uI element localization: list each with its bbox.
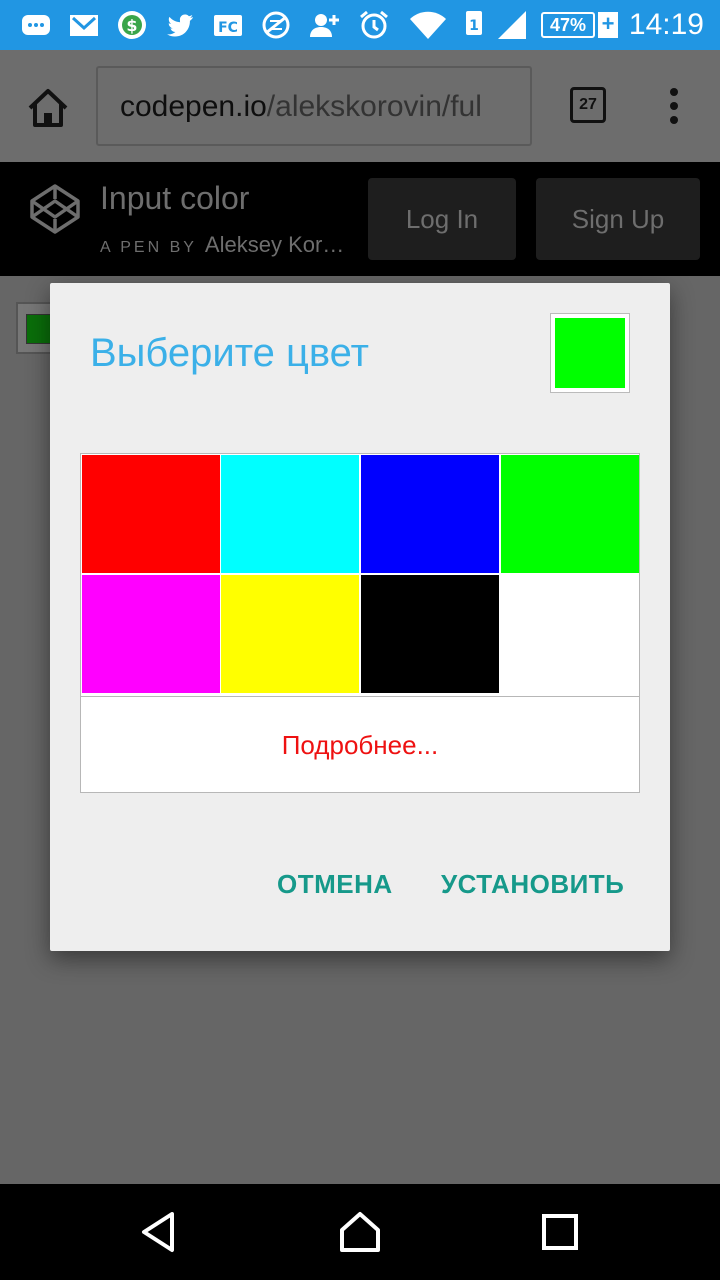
recents-icon[interactable] (536, 1208, 584, 1256)
battery-icon: 47% (541, 12, 595, 38)
url-bar[interactable]: codepen.io/alekskorovin/ful (96, 66, 532, 146)
signup-button[interactable]: Sign Up (536, 178, 700, 260)
tabs-button[interactable]: 27 (570, 87, 606, 123)
alarm-icon (360, 10, 388, 39)
charging-icon: + (598, 12, 618, 38)
swatch-yellow[interactable] (221, 575, 359, 693)
selected-color-preview (550, 313, 630, 393)
messages-icon (22, 15, 50, 35)
feedly-icon: FC (214, 15, 242, 36)
codepen-header: Input color A PEN BY Aleksey Kor… Log In … (0, 162, 720, 276)
add-contact-icon (310, 14, 339, 37)
svg-text:$: $ (126, 16, 137, 35)
twitter-icon (167, 14, 193, 37)
login-button[interactable]: Log In (368, 178, 516, 260)
pen-by-label: A PEN BY (100, 239, 197, 256)
url-host: codepen.io (120, 90, 267, 123)
signal-icon (498, 11, 526, 39)
swatch-magenta[interactable] (82, 575, 220, 693)
money-icon: $ (118, 11, 146, 39)
clock: 14:19 (628, 8, 704, 41)
svg-text:FC: FC (218, 20, 238, 36)
wifi-icon (410, 11, 446, 39)
selected-color-swatch (555, 318, 625, 388)
swatch-red[interactable] (82, 455, 220, 573)
codepen-logo-icon[interactable] (28, 182, 82, 236)
swatch-white[interactable] (501, 575, 639, 693)
color-palette: Подробнее... (80, 453, 640, 793)
svg-text:1: 1 (469, 18, 479, 34)
pen-author-line: A PEN BY Aleksey Kor… (100, 232, 344, 258)
home-icon[interactable] (26, 86, 70, 130)
sim1-icon: 1 (466, 11, 482, 35)
set-button[interactable]: УСТАНОВИТЬ (441, 869, 624, 900)
more-colors-link[interactable]: Подробнее... (81, 696, 639, 793)
cancel-button[interactable]: ОТМЕНА (277, 869, 393, 900)
gmail-icon (70, 15, 98, 36)
swatch-green[interactable] (501, 455, 639, 573)
navigation-bar (0, 1184, 720, 1280)
battery-level: 47% (549, 15, 587, 35)
home-nav-icon[interactable] (336, 1208, 384, 1256)
back-icon[interactable] (136, 1208, 184, 1256)
overflow-menu-icon[interactable] (666, 88, 682, 128)
url-path: /alekskorovin/ful (266, 90, 482, 123)
pen-title: Input color (100, 180, 250, 216)
swatch-cyan[interactable] (221, 455, 359, 573)
vpn-icon (262, 11, 290, 39)
swatch-black[interactable] (361, 575, 499, 693)
swatch-blue[interactable] (361, 455, 499, 573)
color-picker-dialog: Выберите цвет Подробнее... ОТМЕНА УСТАНО… (50, 283, 670, 951)
pen-author[interactable]: Aleksey Kor… (205, 232, 344, 257)
browser-toolbar: codepen.io/alekskorovin/ful 27 (0, 50, 720, 162)
dialog-title: Выберите цвет (90, 331, 369, 375)
url-text: codepen.io/alekskorovin/ful (120, 90, 482, 124)
status-bar: $ FC 1 47% + 14:19 (0, 0, 720, 50)
